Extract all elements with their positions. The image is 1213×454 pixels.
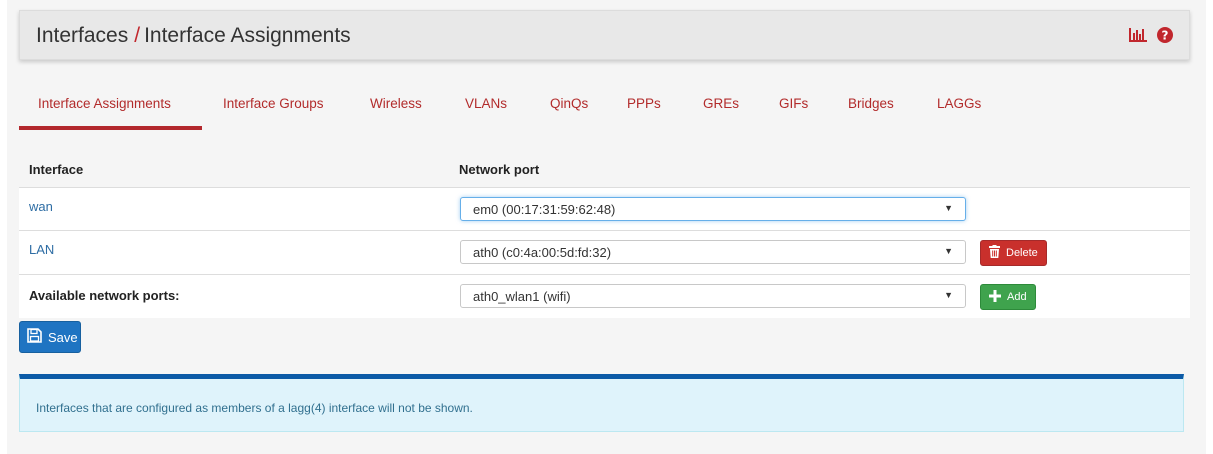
- column-header-interface: Interface: [29, 162, 84, 177]
- delete-label: Delete: [1006, 247, 1038, 259]
- chevron-down-icon: ▼: [944, 203, 953, 213]
- tab-vlans[interactable]: VLANs: [465, 92, 507, 130]
- table-row: Available network ports: ath0_wlan1 (wif…: [19, 274, 1190, 318]
- tab-gres[interactable]: GREs: [703, 92, 739, 130]
- column-header-network-port: Network port: [459, 162, 540, 177]
- page-container: Interfaces / Interface Assignments ? Int…: [7, 0, 1206, 454]
- table-header-row: Interface Network port: [19, 152, 1190, 187]
- tab-ppps[interactable]: PPPs: [627, 92, 661, 130]
- add-label: Add: [1007, 291, 1027, 303]
- save-button[interactable]: Save: [19, 321, 81, 353]
- table-row: LAN ath0 (c0:4a:00:5d:fd:32) ▼ Delete: [19, 230, 1190, 274]
- tab-laggs[interactable]: LAGGs: [937, 92, 981, 130]
- header-icons: ?: [1129, 27, 1173, 43]
- network-port-select-lan[interactable]: ath0 (c0:4a:00:5d:fd:32) ▼: [460, 240, 966, 264]
- breadcrumb-separator: /: [134, 24, 141, 47]
- available-port-select[interactable]: ath0_wlan1 (wifi) ▼: [460, 284, 966, 308]
- assignments-table: Interface Network port wan em0 (00:17:31…: [19, 152, 1190, 318]
- info-alert: Interfaces that are configured as member…: [19, 374, 1184, 432]
- page-header: Interfaces / Interface Assignments ?: [19, 10, 1190, 60]
- tab-wireless[interactable]: Wireless: [370, 92, 422, 130]
- breadcrumb-current: Interface Assignments: [144, 24, 351, 47]
- interface-link-lan[interactable]: LAN: [29, 242, 54, 257]
- help-icon[interactable]: ?: [1157, 27, 1173, 43]
- select-value: ath0 (c0:4a:00:5d:fd:32): [473, 245, 612, 260]
- tab-bar: Interface Assignments Interface Groups W…: [19, 92, 1190, 132]
- available-ports-label: Available network ports:: [29, 288, 180, 303]
- floppy-disk-icon: [27, 328, 42, 346]
- tab-interface-assignments[interactable]: Interface Assignments: [38, 92, 171, 130]
- select-value: ath0_wlan1 (wifi): [473, 289, 571, 304]
- tab-interface-groups[interactable]: Interface Groups: [223, 92, 324, 130]
- plus-icon: [989, 289, 1001, 305]
- info-message: Interfaces that are configured as member…: [36, 401, 473, 415]
- tab-bridges[interactable]: Bridges: [848, 92, 894, 130]
- save-label: Save: [48, 329, 78, 345]
- bar-chart-icon[interactable]: [1129, 28, 1147, 42]
- interface-link-wan[interactable]: wan: [29, 199, 53, 214]
- tab-qinqs[interactable]: QinQs: [550, 92, 588, 130]
- chevron-down-icon: ▼: [944, 290, 953, 300]
- breadcrumb-parent[interactable]: Interfaces: [36, 24, 128, 47]
- chevron-down-icon: ▼: [944, 246, 953, 256]
- network-port-select-wan[interactable]: em0 (00:17:31:59:62:48) ▼: [460, 197, 966, 221]
- active-tab-indicator: [19, 126, 202, 130]
- add-button[interactable]: Add: [980, 284, 1036, 310]
- table-row: wan em0 (00:17:31:59:62:48) ▼: [19, 187, 1190, 230]
- breadcrumb: Interfaces / Interface Assignments: [36, 24, 351, 48]
- select-value: em0 (00:17:31:59:62:48): [473, 202, 616, 217]
- tab-gifs[interactable]: GIFs: [779, 92, 808, 130]
- svg-text:?: ?: [1162, 29, 1169, 43]
- delete-button[interactable]: Delete: [980, 240, 1047, 266]
- trash-icon: [989, 245, 1000, 261]
